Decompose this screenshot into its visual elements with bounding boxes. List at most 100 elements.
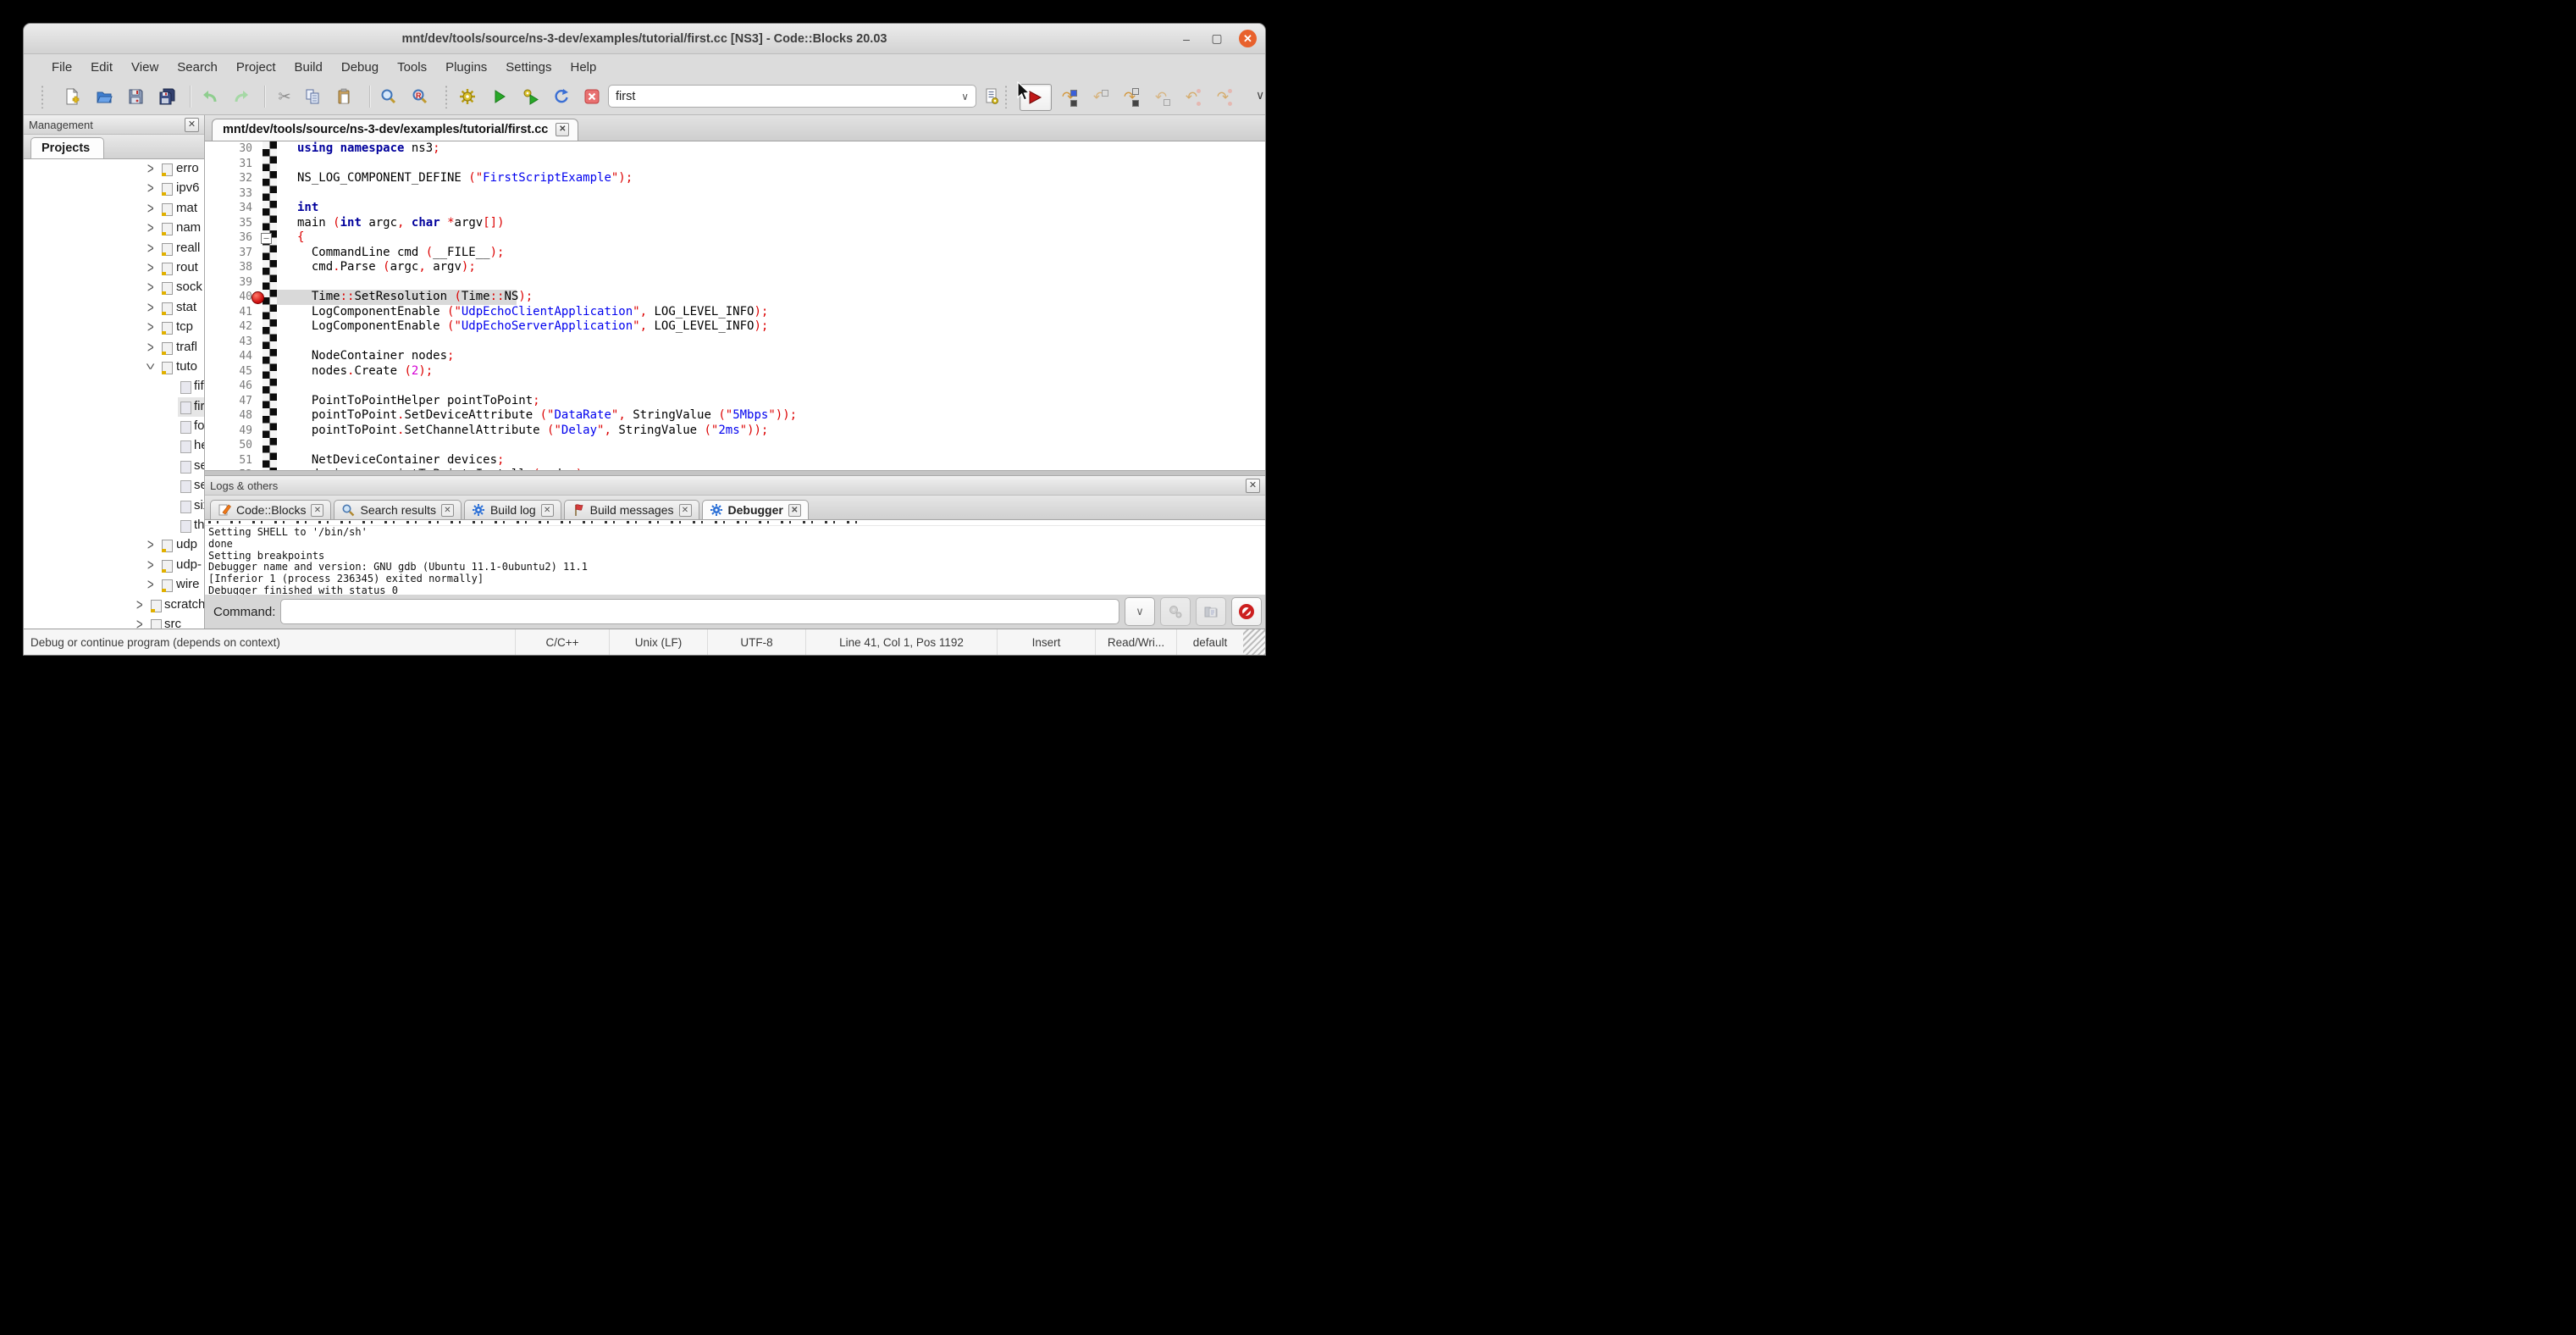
command-history-button[interactable]: ∨ — [1125, 597, 1155, 626]
tree-item-scratch[interactable]: >scratch — [24, 595, 204, 615]
menu-settings[interactable]: Settings — [496, 57, 561, 78]
cut-button[interactable]: ✂ — [272, 84, 297, 109]
undo-button[interactable] — [197, 84, 223, 109]
line-number[interactable]: 35 — [205, 216, 252, 231]
chevron-collapsed-icon[interactable]: > — [147, 338, 154, 356]
line-number[interactable]: 48 — [205, 408, 252, 424]
tree-item-fir[interactable]: fir — [24, 397, 204, 417]
step-out-button[interactable]: ↶ — [1148, 84, 1174, 109]
tree-item-udp[interactable]: >udp — [24, 535, 204, 555]
chevron-collapsed-icon[interactable]: > — [136, 615, 143, 629]
menu-search[interactable]: Search — [168, 57, 227, 78]
line-number[interactable]: 50 — [205, 438, 252, 453]
log-tab-build-messages[interactable]: Build messages✕ — [564, 500, 699, 519]
minimize-button[interactable]: – — [1178, 30, 1195, 47]
tree-item-se[interactable]: se — [24, 476, 204, 496]
tab-projects[interactable]: Projects — [30, 137, 104, 158]
tree-item-rout[interactable]: >rout — [24, 258, 204, 278]
chevron-collapsed-icon[interactable]: > — [147, 219, 154, 236]
tree-item-ipv6[interactable]: >ipv6 — [24, 179, 204, 198]
code-line-44[interactable]: 44 NodeContainer nodes; — [205, 349, 1265, 364]
code-line-38[interactable]: 38 cmd.Parse (argc, argv); — [205, 260, 1265, 275]
code-line-42[interactable]: 42 LogComponentEnable ("UdpEchoServerApp… — [205, 319, 1265, 335]
chevron-collapsed-icon[interactable]: > — [147, 159, 154, 177]
tree-item-src[interactable]: >src — [24, 615, 204, 629]
chevron-collapsed-icon[interactable]: > — [147, 535, 154, 553]
resize-grip[interactable] — [1243, 629, 1265, 655]
menu-tools[interactable]: Tools — [388, 57, 436, 78]
build-button[interactable] — [455, 84, 480, 109]
menu-plugins[interactable]: Plugins — [436, 57, 496, 78]
copy-log-button[interactable] — [1196, 597, 1226, 626]
toolbar-grip[interactable] — [41, 85, 45, 108]
abort-build-button[interactable] — [579, 84, 605, 109]
menu-project[interactable]: Project — [227, 57, 285, 78]
log-tab-close-icon[interactable]: ✕ — [788, 504, 801, 517]
code-line-39[interactable]: 39 — [205, 275, 1265, 291]
log-tab-search-results[interactable]: Search results✕ — [334, 500, 461, 519]
code-line-47[interactable]: 47 PointToPointHelper pointToPoint; — [205, 394, 1265, 409]
code-line-48[interactable]: 48 pointToPoint.SetDeviceAttribute ("Dat… — [205, 408, 1265, 424]
code-line-40[interactable]: 40 Time::SetResolution (Time::NS); — [205, 290, 1265, 305]
log-tab-code-blocks[interactable]: Code::Blocks✕ — [210, 500, 331, 519]
line-number[interactable]: 46 — [205, 379, 252, 394]
line-number[interactable]: 52 — [205, 468, 252, 470]
tree-item-he[interactable]: he — [24, 436, 204, 456]
next-instruction-button[interactable]: ↶ — [1179, 84, 1204, 109]
debugger-log-output[interactable]: Setting SHELL to '/bin/sh'doneSetting br… — [205, 526, 1265, 595]
line-number[interactable]: 31 — [205, 157, 252, 172]
stop-debugger-button[interactable] — [1231, 597, 1262, 626]
menu-build[interactable]: Build — [285, 57, 332, 78]
tree-item-tuto[interactable]: >tuto — [24, 357, 204, 377]
redo-button[interactable] — [229, 84, 254, 109]
copy-button[interactable] — [300, 84, 325, 109]
fold-collapse-icon[interactable]: – — [261, 233, 272, 244]
chevron-collapsed-icon[interactable]: > — [147, 179, 154, 197]
line-number[interactable]: 47 — [205, 394, 252, 409]
menu-edit[interactable]: Edit — [81, 57, 122, 78]
maximize-button[interactable]: ▢ — [1208, 30, 1225, 47]
code-line-49[interactable]: 49 pointToPoint.SetChannelAttribute ("De… — [205, 424, 1265, 439]
tree-item-udp[interactable]: >udp- — [24, 556, 204, 575]
log-tab-close-icon[interactable]: ✕ — [441, 504, 454, 517]
line-number[interactable]: 40 — [205, 290, 252, 305]
log-tab-debugger[interactable]: Debugger✕ — [702, 500, 809, 519]
line-number[interactable]: 51 — [205, 453, 252, 468]
code-line-52[interactable]: 52 devices = pointToPoint.Install (nodes… — [205, 468, 1265, 470]
toolbar-grip[interactable] — [445, 85, 449, 108]
logs-close-icon[interactable]: ✕ — [1246, 479, 1260, 493]
open-file-button[interactable] — [91, 84, 117, 109]
editor-tab-close-icon[interactable]: ✕ — [556, 123, 569, 136]
line-number[interactable]: 45 — [205, 364, 252, 379]
step-into-button[interactable]: ↷ — [1117, 84, 1142, 109]
code-line-34[interactable]: 34int — [205, 201, 1265, 216]
line-number[interactable]: 49 — [205, 424, 252, 439]
build-target-options-button[interactable] — [979, 84, 1004, 109]
menu-debug[interactable]: Debug — [332, 57, 388, 78]
line-number[interactable]: 43 — [205, 335, 252, 350]
tree-item-trafl[interactable]: >trafl — [24, 338, 204, 357]
line-number[interactable]: 44 — [205, 349, 252, 364]
breakpoint-icon[interactable] — [252, 291, 264, 304]
code-line-36[interactable]: 36{– — [205, 230, 1265, 246]
chevron-collapsed-icon[interactable]: > — [147, 556, 154, 573]
tree-item-stat[interactable]: >stat — [24, 298, 204, 318]
tree-item-se[interactable]: se — [24, 457, 204, 476]
code-line-45[interactable]: 45 nodes.Create (2); — [205, 364, 1265, 379]
log-tab-close-icon[interactable]: ✕ — [679, 504, 692, 517]
log-tab-close-icon[interactable]: ✕ — [311, 504, 323, 517]
close-button[interactable]: ✕ — [1239, 30, 1257, 47]
editor-logs-splitter[interactable] — [205, 470, 1265, 476]
tree-item-six[interactable]: six — [24, 496, 204, 516]
run-button[interactable] — [487, 84, 512, 109]
debugger-settings-button[interactable] — [1160, 597, 1191, 626]
chevron-collapsed-icon[interactable]: > — [147, 278, 154, 296]
build-target-select[interactable]: first ∨ — [608, 85, 976, 108]
paste-button[interactable] — [331, 84, 357, 109]
command-input[interactable] — [280, 599, 1119, 624]
chevron-collapsed-icon[interactable]: > — [147, 258, 154, 276]
chevron-collapsed-icon[interactable]: > — [147, 239, 154, 257]
menu-view[interactable]: View — [122, 57, 168, 78]
tree-item-nam[interactable]: >nam — [24, 219, 204, 238]
chevron-collapsed-icon[interactable]: > — [147, 199, 154, 217]
